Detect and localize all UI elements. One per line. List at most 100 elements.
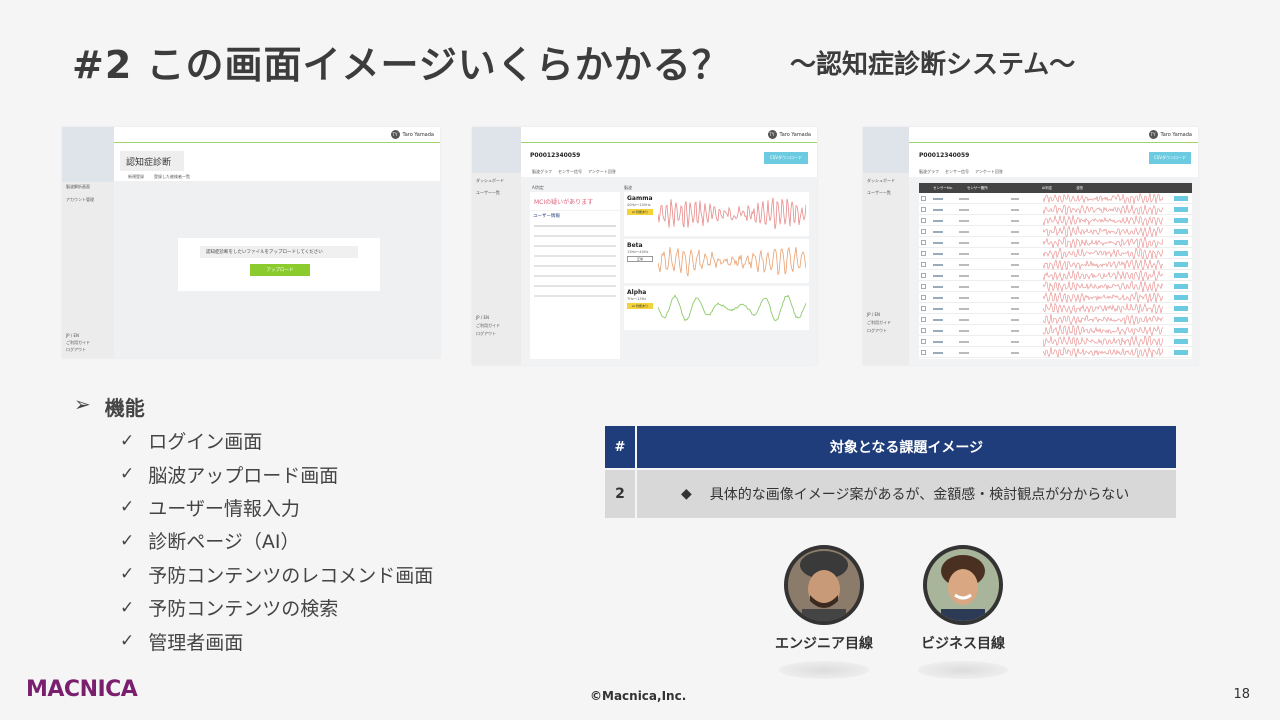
sensor-row <box>919 226 1192 237</box>
wave-badge: AI 判断あり <box>627 209 653 215</box>
col-sensor-no: センサーNo. <box>933 185 953 190</box>
avatar: TY <box>767 130 777 139</box>
user-name: Taro Yamada <box>1160 131 1193 138</box>
sensor-row <box>919 314 1192 325</box>
mockup-diagnosis-page: TY Taro Yamada ダッシュボード ユーザー一覧 JP / EN ご利… <box>472 127 817 365</box>
sensor-row <box>919 281 1192 292</box>
mock-tab-new: 新規登録 <box>128 174 144 179</box>
sensor-table-header: センサーNo. センサー箇所 AI判定 波形 <box>919 183 1192 193</box>
feature-text: 診断ページ（AI） <box>148 531 300 554</box>
check-icon: ✓ <box>120 497 135 518</box>
persona-label: ビジネス目線 <box>921 636 1005 652</box>
ai-result: MCIの疑いがあります <box>530 192 620 210</box>
persona-label: エンジニア目線 <box>775 636 873 652</box>
sidebar-item-dashboard: ダッシュボード <box>476 178 504 183</box>
wave-card-alpha: Alpha 7Hz〜13Hz AI 判断あり <box>624 286 809 330</box>
sidebar-item-account: アカウント管理 <box>66 197 94 202</box>
mock-tab-sensor: センサー信号 <box>558 169 582 174</box>
mockup-upload-screen: TY Taro Yamada 脳波解析画面 アカウント管理 JP / EN ご利… <box>62 127 440 358</box>
wave-badge: 正常 <box>627 256 653 262</box>
col-wave: 波形 <box>1076 185 1084 190</box>
wave-card-beta: Beta 13Hz〜40Hz 正常 <box>624 239 809 283</box>
sidebar-logout: ログアウト <box>867 328 887 333</box>
table-row: 2 ◆ 具体的な画像イメージ案があるが、金額感・検討観点が分からない <box>605 470 1176 518</box>
issue-table: # 対象となる課題イメージ 2 ◆ 具体的な画像イメージ案があるが、金額感・検討… <box>605 426 1176 518</box>
mockup-admin-screen: TY Taro Yamada ダッシュボード ユーザー一覧 JP / EN ご利… <box>863 127 1198 365</box>
mock-topbar: TY Taro Yamada <box>521 127 817 143</box>
header-title: 対象となる課題イメージ <box>637 426 1176 468</box>
copyright: ©Macnica,Inc. <box>590 689 687 703</box>
sensor-row <box>919 347 1192 358</box>
feature-text: ユーザー情報入力 <box>148 497 300 520</box>
sidebar-item-dashboard: ダッシュボード <box>867 178 895 183</box>
sensor-row <box>919 336 1192 347</box>
wave-name: Gamma <box>627 195 653 202</box>
feature-text: 管理者画面 <box>148 631 244 654</box>
csv-download-button: CSVダウンロード <box>1149 152 1191 164</box>
upload-button: アップロード <box>250 264 310 276</box>
sidebar-guide: ご利用ガイド <box>867 320 891 325</box>
csv-download-button: CSVダウンロード <box>764 152 808 164</box>
list-item: ✓ ログイン画面 <box>120 424 433 457</box>
sensor-rows <box>919 193 1192 358</box>
ai-label: AI判定 <box>532 185 544 190</box>
patient-id: P00012340059 <box>530 152 581 159</box>
row-num: 2 <box>605 470 635 518</box>
mock-page-title: 認知症診断 <box>120 151 184 171</box>
persona-engineer: エンジニア目線 <box>764 545 884 679</box>
gamma-wave-graph <box>658 197 806 230</box>
sidebar-logout: ログアウト <box>476 331 496 336</box>
mock-tab-sensor: センサー信号 <box>945 169 969 174</box>
persona-shadow <box>918 661 1008 679</box>
list-item: ✓ ユーザー情報入力 <box>120 491 433 524</box>
features-heading: ➢ 機能 <box>74 392 145 421</box>
features-list: ✓ ログイン画面 ✓ 脳波アップロード画面 ✓ ユーザー情報入力 ✓ 診断ページ（AI）… <box>120 424 433 658</box>
sensor-row <box>919 193 1192 204</box>
list-item: ✓ 予防コンテンツの検索 <box>120 591 433 624</box>
col-sensor-loc: センサー箇所 <box>966 185 988 190</box>
patient-id: P00012340059 <box>919 152 970 159</box>
persona-shadow <box>779 661 869 679</box>
wave-name: Beta <box>627 242 643 249</box>
mock-tab-survey: アンケート回答 <box>975 169 1003 174</box>
col-ai: AI判定 <box>1041 185 1053 190</box>
feature-text: 脳波アップロード画面 <box>148 464 339 487</box>
persona-business: ビジネス目線 <box>903 545 1023 679</box>
check-icon: ✓ <box>120 464 135 485</box>
sensor-row <box>919 325 1192 336</box>
check-icon: ✓ <box>120 597 135 618</box>
wave-card-gamma: Gamma 40Hz〜100Hz AI 判断あり <box>624 192 809 236</box>
features-heading-text: 機能 <box>104 396 145 420</box>
sidebar-guide: ご利用ガイド <box>66 340 90 345</box>
mock-topbar: TY Taro Yamada <box>909 127 1198 143</box>
sensor-row <box>919 248 1192 259</box>
feature-text: 予防コンテンツのレコメンド画面 <box>148 564 434 587</box>
mock-sidebar-header <box>472 127 521 173</box>
row-text-cell: ◆ 具体的な画像イメージ案があるが、金額感・検討観点が分からない <box>637 470 1176 518</box>
wave-name: Alpha <box>627 289 647 296</box>
list-item: ✓ 管理者画面 <box>120 624 433 657</box>
upload-card: 認知症診断をしたいファイルをアップロードしてください アップロード <box>178 238 380 291</box>
mock-tab-wave: 脳波グラフ <box>532 169 552 174</box>
sensor-row <box>919 204 1192 215</box>
upload-prompt: 認知症診断をしたいファイルをアップロードしてください <box>200 246 358 258</box>
sidebar-guide: ご利用ガイド <box>476 323 500 328</box>
issue-table-header: # 対象となる課題イメージ <box>605 426 1176 468</box>
sensor-row <box>919 215 1192 226</box>
sidebar-lang: JP / EN <box>66 333 80 338</box>
list-item: ✓ 脳波アップロード画面 <box>120 457 433 490</box>
business-avatar <box>923 545 1003 625</box>
mock-user: TY Taro Yamada <box>390 130 434 139</box>
avatar: TY <box>1148 130 1158 139</box>
wave-label: 脳波 <box>624 185 632 190</box>
wave-range: 13Hz〜40Hz <box>627 250 649 254</box>
diamond-bullet-icon: ◆ <box>681 486 692 502</box>
sensor-row <box>919 292 1192 303</box>
list-item: ✓ 予防コンテンツのレコメンド画面 <box>120 558 433 591</box>
company-logo: MACNICA <box>26 677 138 702</box>
check-icon: ✓ <box>120 530 135 551</box>
check-icon: ✓ <box>120 430 135 451</box>
slide-subtitle: ～認知症診断システム～ <box>790 50 1076 80</box>
page-number: 18 <box>1233 687 1250 702</box>
engineer-avatar <box>784 545 864 625</box>
